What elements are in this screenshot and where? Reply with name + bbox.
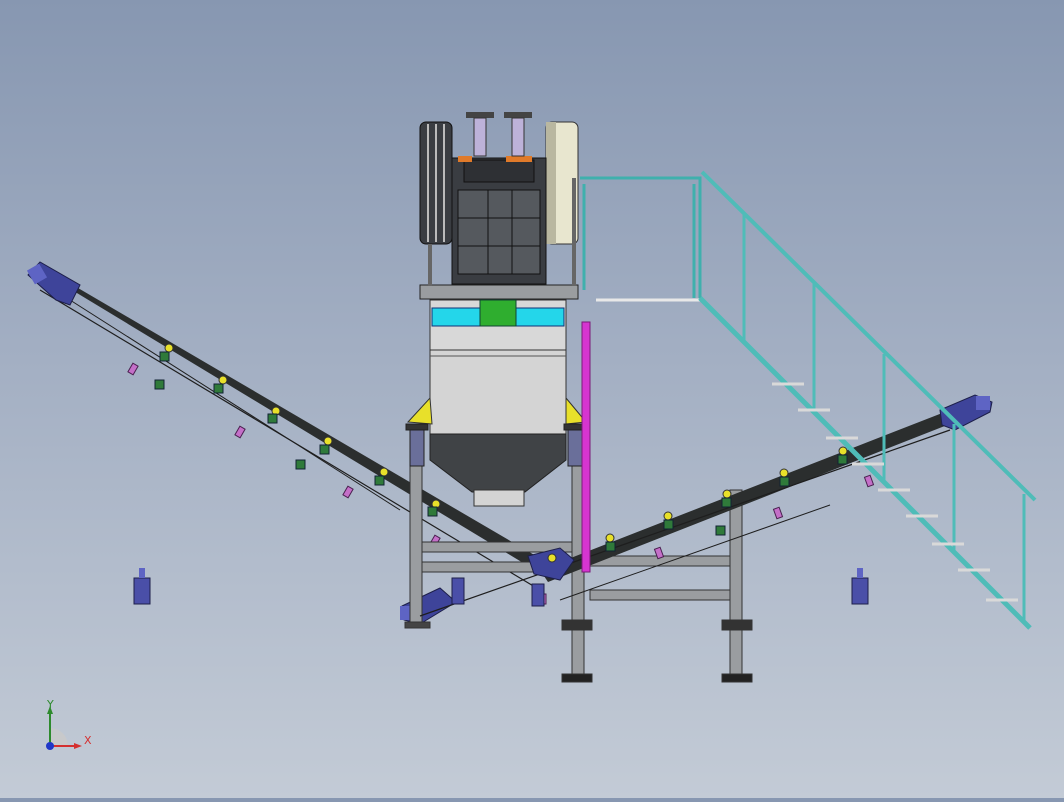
assembly-model[interactable] xyxy=(0,0,1064,798)
right-idlers xyxy=(547,446,848,563)
feeder-cyan-panel-right xyxy=(515,307,565,327)
feeder-body[interactable] xyxy=(405,299,587,507)
pillar-center[interactable] xyxy=(451,577,545,607)
left-idler-brackets xyxy=(154,351,438,517)
feeder-green-block xyxy=(479,299,517,327)
cad-viewport[interactable] xyxy=(0,0,1064,798)
yellow-bracket-left xyxy=(406,396,433,425)
stair-posts xyxy=(742,214,1026,620)
coordinate-triad[interactable]: X Y xyxy=(38,698,98,760)
pillar-right[interactable] xyxy=(851,568,869,605)
feeder-hopper xyxy=(429,433,567,493)
crusher-tension-springs xyxy=(466,112,532,157)
magenta-drain-pipe[interactable] xyxy=(581,321,591,573)
left-return-rollers xyxy=(127,362,441,548)
pillar-left[interactable] xyxy=(133,568,151,605)
jaw-crusher[interactable] xyxy=(419,112,579,300)
x-axis-label: X xyxy=(84,734,92,747)
feeder-cyan-panel-left xyxy=(431,307,481,327)
platform-railing[interactable] xyxy=(580,176,702,302)
crusher-flywheel-left[interactable] xyxy=(419,121,453,245)
y-axis-label: Y xyxy=(47,698,54,711)
